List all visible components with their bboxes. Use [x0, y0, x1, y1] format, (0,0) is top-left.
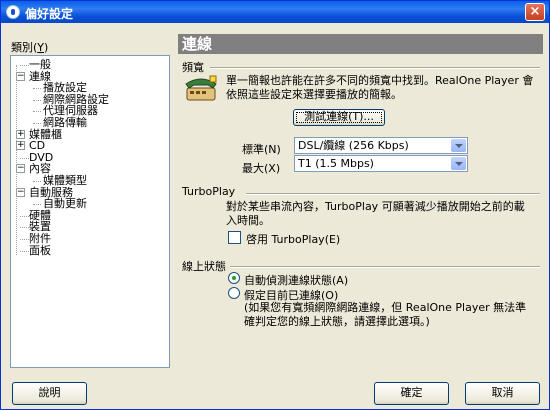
auto-detect-label[interactable]: 自動偵測連線狀態(A): [244, 272, 348, 288]
divider: [230, 266, 540, 268]
settings-panel: 連線 頻寬 單一簡報也許能在許多不同的頻寬中找到。RealOne Player …: [178, 34, 543, 369]
expand-icon[interactable]: +: [16, 141, 25, 151]
collapse-icon[interactable]: −: [16, 187, 25, 197]
tree-item-label: 一般: [29, 58, 51, 71]
ok-button[interactable]: 確定: [374, 382, 449, 405]
max-bandwidth-select[interactable]: T1 (1.5 Mbps): [294, 155, 468, 172]
collapse-icon[interactable]: −: [16, 71, 25, 81]
tree-item[interactable]: 代理伺服器: [15, 105, 169, 117]
turboplay-section-title: TurboPlay: [182, 185, 236, 198]
tree-item[interactable]: 面板: [15, 243, 169, 257]
turboplay-checkbox[interactable]: [228, 231, 241, 244]
tree-connector: [20, 215, 29, 217]
preferences-dialog: 偏好設定 × 類別(Y) 一般 − 連線 播放設定 網際網路設定 代理伺服器 網路傳輸 + 媒體…: [0, 0, 550, 410]
tree-item[interactable]: − 連線: [15, 70, 169, 83]
cancel-button[interactable]: 取消: [465, 382, 540, 405]
tree-item-label: 媒體類型: [43, 173, 87, 187]
test-connection-button[interactable]: 測試連線(T)...: [293, 109, 385, 126]
dropdown-arrow-icon[interactable]: [451, 157, 466, 170]
tree-item[interactable]: − 自動服務: [15, 186, 169, 199]
title-bar[interactable]: 偏好設定 ×: [1, 1, 549, 23]
normal-bandwidth-label: 標準(N): [242, 143, 281, 156]
online-status-note: (如果您有寬頻網際網路連線，但 RealOne Player 無法準確判定您的線…: [244, 301, 527, 328]
turboplay-checkbox-label[interactable]: 啓用 TurboPlay(E): [246, 231, 340, 247]
category-tree[interactable]: 一般 − 連線 播放設定 網際網路設定 代理伺服器 網路傳輸 + 媒體櫃 + CD DVD − 內容 媒體類…: [10, 55, 170, 368]
tree-item[interactable]: 自動更新: [15, 198, 169, 210]
tree-item[interactable]: + CD: [15, 140, 169, 152]
tree-connector: [33, 99, 41, 101]
tree-item-label: 附件: [29, 231, 51, 245]
turboplay-description: 對於某些串流內容，TurboPlay 可顯著減少播放開始之前的載入時間。: [226, 200, 525, 227]
tree-item[interactable]: 網路傳輸: [15, 117, 169, 129]
tree-connector: [33, 88, 41, 90]
auto-detect-radio[interactable]: [228, 272, 240, 284]
app-icon: [6, 5, 20, 19]
divider: [246, 193, 540, 195]
window-title: 偏好設定: [25, 7, 74, 21]
tree-guide-line: [16, 65, 17, 255]
collapse-icon[interactable]: −: [16, 164, 25, 174]
tree-item[interactable]: − 內容: [15, 163, 169, 175]
close-button[interactable]: ×: [525, 3, 545, 21]
tree-item-label: 面板: [29, 243, 51, 257]
tree-connector: [20, 238, 29, 240]
normal-bandwidth-value: DSL/纜線 (256 Kbps): [298, 139, 409, 152]
bandwidth-description: 單一簡報也許能在許多不同的頻寬中找到。RealOne Player 會依照這些設…: [226, 74, 534, 101]
telephone-icon: [185, 75, 217, 101]
dropdown-arrow-icon[interactable]: [451, 139, 466, 152]
category-label: 類別(Y): [11, 41, 49, 54]
max-bandwidth-value: T1 (1.5 Mbps): [298, 157, 374, 170]
tree-connector: [33, 180, 41, 182]
tree-connector: [20, 250, 29, 252]
expand-icon[interactable]: +: [16, 129, 25, 139]
tree-connector: [20, 157, 29, 159]
tree-item-label: 網路傳輸: [43, 115, 87, 129]
tree-connector: [20, 227, 29, 229]
help-button[interactable]: 說明: [12, 382, 87, 405]
divider: [210, 67, 540, 69]
normal-bandwidth-select[interactable]: DSL/纜線 (256 Kbps): [294, 137, 468, 154]
tree-connector: [33, 122, 41, 124]
tree-connector: [33, 204, 41, 206]
focus-ring: [296, 112, 382, 123]
online-status-section-title: 線上狀態: [182, 260, 226, 273]
assume-connected-radio[interactable]: [228, 287, 240, 299]
tree-item[interactable]: 一般: [15, 59, 169, 71]
bandwidth-section-title: 頻寬: [182, 61, 204, 74]
tree-item-label: CD: [29, 139, 46, 153]
tree-item[interactable]: 附件: [15, 233, 169, 245]
tree-connector: [20, 65, 29, 66]
tree-item[interactable]: 媒體類型: [15, 175, 169, 187]
panel-header: 連線: [178, 34, 543, 54]
max-bandwidth-label: 最大(X): [242, 162, 281, 175]
tree-item-label: 自動更新: [43, 197, 87, 211]
tree-connector: [33, 111, 41, 113]
